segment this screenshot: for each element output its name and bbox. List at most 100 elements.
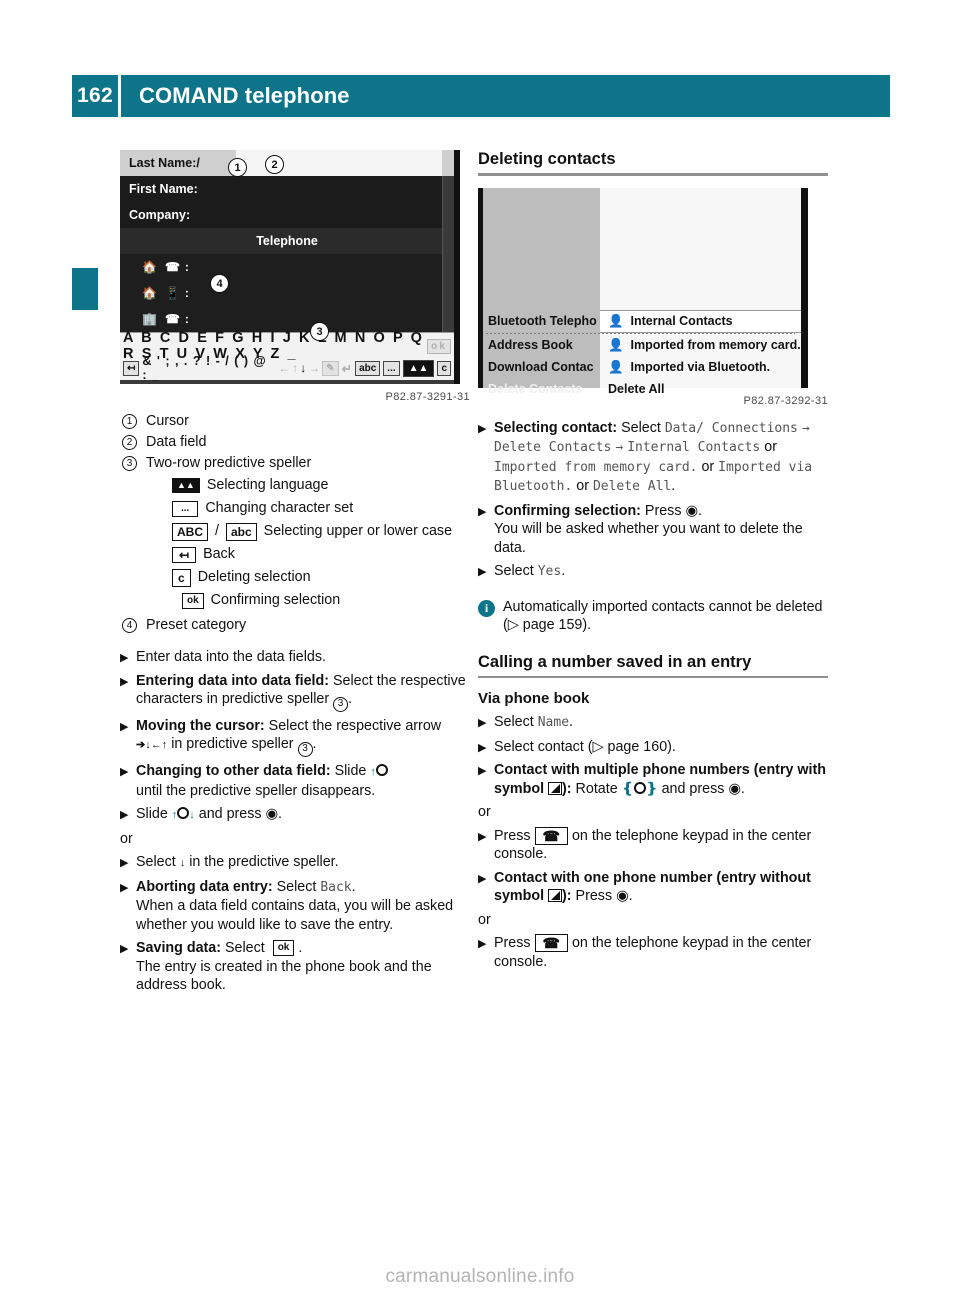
info-text-b: ). <box>582 617 592 633</box>
heading-rule-2 <box>478 675 828 678</box>
arrow-down-icon[interactable]: ↓ <box>300 361 306 375</box>
phone-row-work: 🏢 ☎ : <box>120 306 454 332</box>
scrollbar-track-2[interactable] <box>442 202 454 228</box>
figure-caption-left: P82.87-3291-31 <box>385 391 470 403</box>
heading-rule-1 <box>478 173 828 176</box>
submenu-item-internal-contacts[interactable]: 👤 Internal Contacts <box>608 314 733 329</box>
submenu-item-delete-all[interactable]: Delete All <box>608 382 665 396</box>
step-changing-field-rest: Slide <box>330 763 371 779</box>
call-handset-icon-2: ☎ <box>534 934 568 953</box>
or-2: or <box>697 458 719 475</box>
menu-item-download-contacts[interactable]: Download Contac <box>488 360 594 374</box>
bullet-triangle-icon: ▶ <box>120 720 129 733</box>
ok-icon: ok <box>182 592 204 609</box>
menu-item-yes: Yes <box>537 564 562 579</box>
submenu-item-imported-card[interactable]: 👤 Imported from memory card. <box>608 338 801 353</box>
sublegend-delete: c Deleting selection <box>172 566 470 589</box>
calling-instruction-list: ▶ Select Name. ▶ Select contact (▷ page … <box>478 713 828 798</box>
uppercase-icon: ABC <box>172 522 208 541</box>
speller-symbols[interactable]: & ' ; , . ? ! - / ( ) @ : _ <box>142 354 275 382</box>
scrollbar-track-4[interactable] <box>442 254 454 280</box>
flag-icon[interactable]: ▲▲ <box>402 359 435 377</box>
legend-num-1: 1 <box>122 414 137 429</box>
menu-item-bluetooth-telephone[interactable]: Bluetooth Telepho <box>488 314 597 328</box>
figure-caption-right: P82.87-3292-31 <box>743 394 828 407</box>
figure-data-entry-screen: Last Name: / First Name: Company: Teleph… <box>120 150 460 384</box>
submenu-label-internal: Internal Contacts <box>630 313 733 328</box>
flag-icon: ▲▲ <box>172 478 200 493</box>
ref-callout-3b: 3 <box>297 742 313 757</box>
sublegend-confirm: ok Confirming selection <box>172 589 470 612</box>
field-row-company: Company: <box>120 202 454 228</box>
info-note: i Automatically imported contacts cannot… <box>478 598 828 635</box>
step-changing-field-cont: until the predictive speller disappears. <box>136 782 376 799</box>
step-select-name: ▶ Select Name. <box>478 713 828 733</box>
scrollbar-thumb-bottom[interactable] <box>801 247 808 388</box>
home-icon: 🏠 <box>142 260 157 274</box>
step-multiple-rest: Rotate <box>571 780 622 797</box>
panel-left-edge <box>478 187 483 388</box>
abc-key[interactable]: abc <box>355 360 381 376</box>
page-ref-icon-2: ▷ <box>592 738 604 755</box>
step-select-down-b: in the predictive speller. <box>185 854 339 870</box>
phone-row-mobile-label: : <box>184 286 189 300</box>
menu-arrow-1: → <box>801 420 810 436</box>
step-select-yes-end: . <box>561 563 566 579</box>
mobile-icon: 📱 <box>164 286 180 300</box>
ellipsis-icon: ... <box>172 500 199 517</box>
menu-item-address-book[interactable]: Address Book <box>488 338 573 352</box>
step-one-end: . <box>628 888 633 904</box>
arrow-right-icon[interactable]: → <box>308 361 320 375</box>
legend-sublist: ▲▲ Selecting language ... Changing chara… <box>146 474 470 612</box>
step-enter-data-text: Enter data into the data fields. <box>136 649 326 665</box>
predictive-speller[interactable]: A B C D E F G H I J K L M N O P Q R S T … <box>120 330 454 382</box>
scrollbar-track-5[interactable] <box>442 280 454 306</box>
bullet-triangle-icon: ▶ <box>120 943 129 955</box>
step-saving-end: . <box>298 940 303 956</box>
ellipsis-key[interactable]: ... <box>383 360 400 376</box>
scrollbar-thumb-top[interactable] <box>801 187 808 244</box>
phone-row-home: 🏠 ☎ : <box>120 254 454 280</box>
step-multiple-bold2: ): <box>562 780 572 797</box>
edit-icon[interactable]: ✎ <box>322 360 339 376</box>
step-entering-data-bold: Entering data into data field: <box>136 672 330 689</box>
back-arrow-icon[interactable]: ↤ <box>123 360 140 376</box>
entry-triangle-symbol-icon-2 <box>548 889 563 902</box>
sublegend-language: ▲▲ Selecting language <box>172 474 470 497</box>
phone-icon-2: ☎ <box>164 312 180 326</box>
speller-ok-key[interactable]: ok <box>427 338 451 354</box>
sublegend-delete-label: Deleting selection <box>197 569 311 585</box>
heading-calling-number: Calling a number saved in an entry <box>478 652 752 671</box>
enter-icon[interactable]: ↵ <box>342 361 352 376</box>
legend-item-4: 4 Preset category <box>120 615 470 636</box>
step-confirming-cont: You will be asked whether you want to de… <box>494 521 803 556</box>
call-handset-icon: ☎ <box>534 826 568 845</box>
menu-item-delete-contacts[interactable]: Delete Contacts <box>488 382 582 396</box>
step-selecting-rest: Select <box>617 419 665 436</box>
speller-symbol-row[interactable]: ↤ & ' ; , . ? ! - / ( ) @ : _ ← ↑ ↓ → ✎ … <box>123 354 451 382</box>
bullet-triangle-icon: ▶ <box>478 938 487 950</box>
phone-icon: ☎ <box>164 260 180 274</box>
left-column: Last Name: / First Name: Company: Teleph… <box>120 150 470 1000</box>
or-label-3: or <box>478 911 491 928</box>
back-arrow-icon: ↤ <box>172 546 197 563</box>
clear-key[interactable]: c <box>437 360 451 376</box>
arrow-left-icon[interactable]: ← <box>278 361 290 375</box>
phone-row-mobile: 🏠 📱 : <box>120 280 454 306</box>
bullet-triangle-icon: ▶ <box>120 766 129 778</box>
step-multiple-numbers: ▶ Contact with multiple phone numbers (e… <box>478 761 828 798</box>
arrow-up-icon[interactable]: ↑ <box>292 361 298 375</box>
chapter-tab-marker <box>72 268 98 310</box>
info-page-ref: page 159 <box>522 617 583 633</box>
or-1: or <box>760 439 777 455</box>
step-select-down: ▶ Select ↓ in the predictive speller. <box>120 853 470 873</box>
scrollbar-track-6[interactable] <box>442 306 454 332</box>
submenu-item-imported-bluetooth[interactable]: 👤 Imported via Bluetooth. <box>608 360 770 375</box>
scrollbar-track-3[interactable] <box>442 228 454 254</box>
step-select-contact-page: page 160 <box>607 738 668 755</box>
field-row-first-name: First Name: <box>120 176 454 202</box>
step-confirming-bold: Confirming selection: <box>494 502 641 519</box>
scrollbar-track[interactable] <box>442 176 454 202</box>
legend-text-2: Data field <box>146 434 207 450</box>
step-confirming-end: . <box>697 502 702 519</box>
